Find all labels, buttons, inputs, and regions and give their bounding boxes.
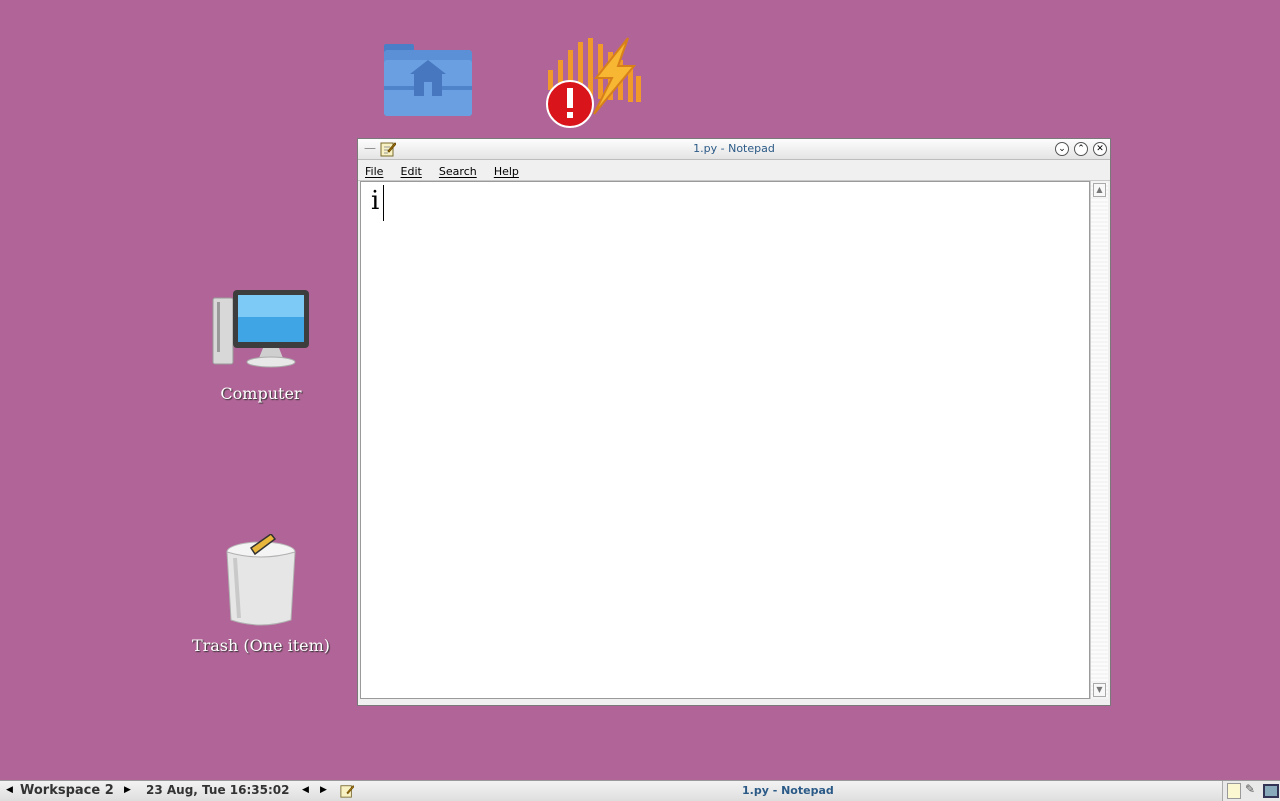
tray-tool-icon[interactable]: ✎ (1245, 782, 1255, 796)
menu-help[interactable]: Help (494, 165, 519, 178)
workspace-name[interactable]: Workspace 2 (20, 783, 114, 798)
editor-content: i (371, 186, 380, 216)
menu-file[interactable]: File (365, 165, 383, 178)
text-editor-area[interactable]: i (360, 181, 1090, 699)
trash-icon (226, 534, 296, 626)
computer-label: Computer (220, 384, 302, 403)
active-task-button[interactable]: 1.py - Notepad (742, 784, 834, 797)
menu-bar: File Edit Search Help (358, 160, 1110, 181)
task-next-icon[interactable]: ▶ (320, 785, 327, 795)
notepad-window[interactable]: — 1.py - Notepad ⌄ ⌃ ✕ File Edit Search … (357, 138, 1111, 706)
tray-display-icon[interactable] (1263, 784, 1279, 798)
taskbar: ◀ Workspace 2 ▶ 23 Aug, Tue 16:35:02 ◀ ▶… (0, 780, 1280, 801)
trash-desktop-icon[interactable]: Trash (One item) (186, 534, 336, 655)
task-prev-icon[interactable]: ◀ (302, 785, 309, 795)
home-folder-icon (384, 44, 472, 116)
computer-icon (212, 290, 309, 368)
home-folder-desktop-icon[interactable] (378, 38, 478, 124)
vertical-scrollbar[interactable]: ▲ ▼ (1090, 181, 1108, 699)
menu-search[interactable]: Search (439, 165, 477, 178)
tray-area: ✎ (1222, 781, 1280, 801)
clock: 23 Aug, Tue 16:35:02 (146, 783, 290, 797)
minimize-button[interactable]: ⌄ (1055, 142, 1069, 156)
tray-note-icon[interactable] (1227, 783, 1241, 799)
menu-edit[interactable]: Edit (401, 165, 422, 178)
window-title: 1.py - Notepad (693, 142, 775, 155)
computer-desktop-icon[interactable]: Computer (196, 288, 326, 403)
text-caret (383, 185, 384, 221)
scroll-up-arrow-icon[interactable]: ▲ (1093, 183, 1106, 197)
app-error-desktop-icon[interactable] (540, 30, 650, 134)
app-warning-icon (546, 37, 641, 128)
close-button[interactable]: ✕ (1093, 142, 1107, 156)
window-titlebar[interactable]: — 1.py - Notepad ⌄ ⌃ ✕ (358, 139, 1110, 160)
trash-label: Trash (One item) (191, 636, 331, 655)
scroll-down-arrow-icon[interactable]: ▼ (1093, 683, 1106, 697)
workspace-next-icon[interactable]: ▶ (124, 785, 131, 795)
maximize-button[interactable]: ⌃ (1074, 142, 1088, 156)
workspace-prev-icon[interactable]: ◀ (6, 785, 13, 795)
notepad-task-icon (340, 785, 354, 798)
